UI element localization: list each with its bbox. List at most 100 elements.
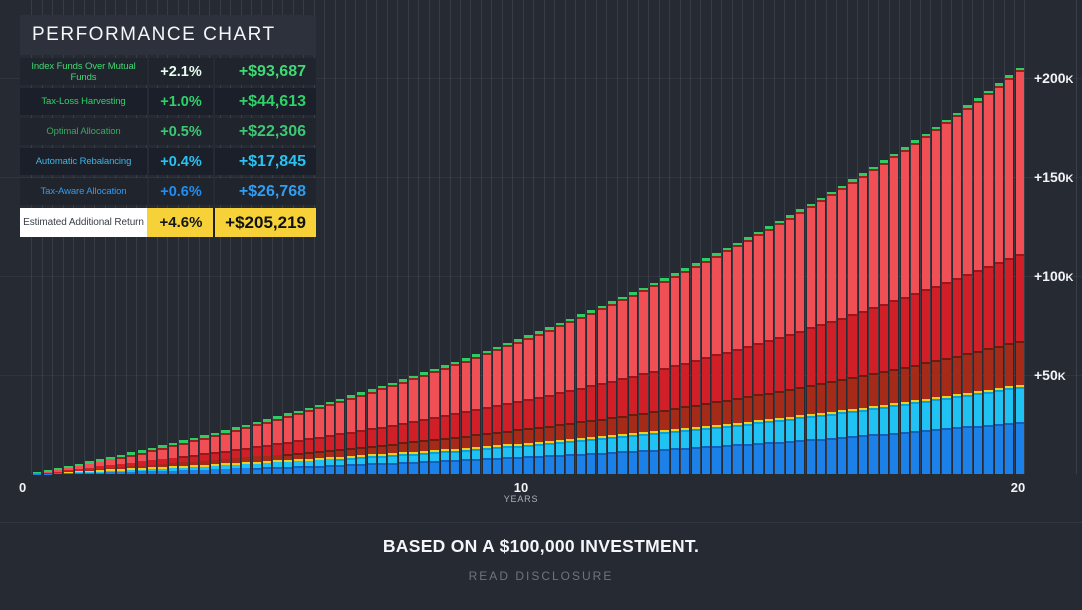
segment-tax-aware-allocation [702, 446, 710, 474]
segment-tax-loss-harvesting [336, 433, 344, 448]
y-tick-suffix: K [1058, 371, 1066, 383]
segment-automatic-rebalancing [639, 434, 647, 450]
segment-tax-aware-allocation [430, 461, 438, 474]
segment-tax-aware-allocation [922, 430, 930, 474]
legend-panel: PERFORMANCE CHART Index Funds Over Mutua… [20, 15, 316, 237]
stacked-bar-year-4.8 [263, 419, 271, 474]
stacked-bar-year-9.3 [483, 351, 491, 474]
segment-index-funds [472, 357, 480, 410]
segment-tax-aware-allocation [96, 473, 104, 474]
segment-index-funds [807, 206, 815, 327]
stacked-bar-year-9.9 [514, 339, 522, 474]
segment-index-funds [315, 407, 323, 437]
segment-tax-aware-allocation [775, 442, 783, 474]
segment-tax-loss-harvesting [598, 383, 606, 419]
segment-tax-loss-harvesting [984, 266, 992, 348]
segment-automatic-rebalancing [932, 399, 940, 429]
segment-automatic-rebalancing [660, 432, 668, 449]
legend-row-4: Automatic Rebalancing+0.4%+$17,845 [20, 148, 316, 175]
segment-optimal-allocation [378, 445, 386, 454]
legend-rows: Index Funds Over Mutual Funds+2.1%+$93,6… [20, 58, 316, 237]
segment-automatic-rebalancing [566, 441, 574, 454]
read-disclosure-link[interactable]: READ DISCLOSURE [0, 569, 1082, 583]
segment-tax-loss-harvesting [472, 409, 480, 434]
segment-optimal-allocation [462, 436, 470, 448]
segment-tax-loss-harvesting [315, 437, 323, 451]
segment-tax-aware-allocation [211, 469, 219, 474]
segment-tax-aware-allocation [493, 458, 501, 474]
segment-optimal-allocation [796, 387, 804, 415]
stacked-bar-year-12.2 [629, 292, 637, 474]
segment-tax-loss-harvesting [995, 262, 1003, 346]
stacked-bar-year-11.8 [608, 301, 616, 474]
segment-index-funds [702, 261, 710, 357]
segment-index-funds [347, 398, 355, 432]
segment-index-funds [148, 450, 156, 460]
segment-index-funds [942, 122, 950, 282]
segment-automatic-rebalancing [378, 456, 386, 463]
stacked-bar-year-6.7 [357, 392, 365, 474]
segment-optimal-allocation [712, 401, 720, 425]
stacked-bar-year-14.3 [733, 243, 741, 474]
segment-tax-aware-allocation [462, 459, 470, 474]
segment-tax-loss-harvesting [650, 371, 658, 412]
stacked-bar-year-18.9 [963, 105, 971, 474]
segment-tax-aware-allocation [598, 453, 606, 474]
segment-optimal-allocation [911, 365, 919, 401]
legend-total-value: +$205,219 [215, 208, 316, 237]
segment-tax-aware-allocation [566, 454, 574, 474]
legend-row-label: Tax-Loss Harvesting [20, 88, 147, 115]
stacked-bar-year-19.6 [995, 83, 1003, 474]
segment-tax-aware-allocation [117, 472, 125, 474]
y-tick-value: +100 [1034, 268, 1066, 284]
segment-tax-aware-allocation [880, 434, 888, 474]
segment-tax-loss-harvesting [922, 289, 930, 362]
segment-automatic-rebalancing [1005, 388, 1013, 422]
legend-row-percent: +0.5% [149, 118, 213, 145]
segment-index-funds [127, 455, 135, 463]
segment-tax-loss-harvesting [451, 413, 459, 436]
segment-tax-loss-harvesting [556, 392, 564, 424]
segment-optimal-allocation [827, 381, 835, 411]
segment-tax-loss-harvesting [388, 425, 396, 444]
segment-optimal-allocation [890, 369, 898, 403]
segment-automatic-rebalancing [357, 457, 365, 464]
gridline-horizontal [0, 276, 1082, 277]
segment-tax-loss-harvesting [347, 432, 355, 448]
segment-tax-loss-harvesting [681, 363, 689, 407]
stacked-bar-year-10.9 [566, 319, 574, 474]
segment-tax-loss-harvesting [263, 445, 271, 456]
legend-row-percent: +0.6% [149, 178, 213, 205]
segment-optimal-allocation [326, 450, 334, 457]
stacked-bar-year-20.0 [1016, 68, 1024, 474]
segment-automatic-rebalancing [514, 446, 522, 457]
stacked-bar-year-8.4 [441, 365, 449, 474]
segment-tax-aware-allocation [712, 446, 720, 474]
segment-index-funds [535, 334, 543, 397]
segment-automatic-rebalancing [859, 410, 867, 436]
segment-automatic-rebalancing [577, 440, 585, 453]
segment-optimal-allocation [984, 348, 992, 389]
stacked-bar-year-9.5 [493, 347, 501, 474]
segment-tax-loss-harvesting [545, 395, 553, 426]
segment-tax-aware-allocation [723, 445, 731, 474]
segment-automatic-rebalancing [984, 392, 992, 425]
stacked-bar-year-14.7 [754, 232, 762, 474]
segment-automatic-rebalancing [848, 411, 856, 436]
segment-optimal-allocation [315, 451, 323, 458]
segment-index-funds [158, 448, 166, 459]
y-tick-200: +200K [1034, 70, 1074, 86]
segment-index-funds [117, 457, 125, 464]
segment-index-funds [901, 150, 909, 297]
segment-optimal-allocation [775, 391, 783, 418]
segment-tax-aware-allocation [524, 456, 532, 474]
legend-row-2: Tax-Loss Harvesting+1.0%+$44,613 [20, 88, 316, 115]
stacked-bar-year-5.1 [273, 416, 281, 474]
segment-automatic-rebalancing [556, 442, 564, 455]
segment-index-funds [326, 404, 334, 435]
stacked-bar-year-0.4 [44, 470, 52, 474]
segment-tax-aware-allocation [535, 456, 543, 474]
segment-tax-loss-harvesting [1005, 258, 1013, 344]
segment-index-funds [974, 101, 982, 271]
segment-tax-aware-allocation [441, 460, 449, 474]
